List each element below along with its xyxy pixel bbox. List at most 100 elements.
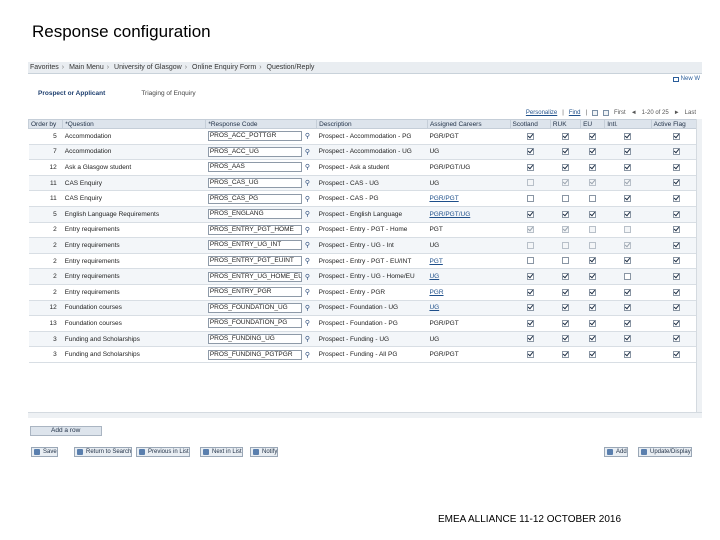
scotland-checkbox[interactable] — [526, 335, 534, 343]
active-checkbox[interactable] — [672, 273, 680, 281]
ruk-checkbox[interactable] — [561, 210, 569, 218]
active-checkbox[interactable] — [672, 163, 680, 171]
order-by-cell[interactable]: 11 — [28, 175, 63, 192]
intl-checkbox[interactable] — [624, 257, 632, 265]
order-by-cell[interactable]: 12 — [28, 300, 63, 317]
tab-prospect-or-applicant[interactable]: Prospect or Applicant — [38, 90, 105, 98]
question-cell[interactable]: Entry requirements — [62, 222, 206, 239]
response-code-field[interactable]: PROS_FUNDING_PGTPGR — [207, 349, 302, 360]
ruk-checkbox[interactable] — [561, 226, 569, 234]
question-cell[interactable]: English Language Requirements — [62, 206, 206, 223]
scotland-checkbox[interactable] — [526, 210, 534, 218]
ruk-checkbox[interactable] — [561, 273, 569, 281]
active-checkbox[interactable] — [672, 195, 680, 203]
lookup-icon[interactable]: ⚲ — [305, 288, 310, 296]
active-checkbox[interactable] — [672, 210, 680, 218]
order-by-cell[interactable]: 3 — [28, 331, 63, 348]
scotland-checkbox[interactable] — [526, 319, 534, 327]
intl-checkbox[interactable] — [624, 335, 632, 343]
question-cell[interactable]: Foundation courses — [62, 315, 206, 332]
view-all-icon[interactable] — [592, 110, 599, 116]
scotland-checkbox[interactable] — [526, 195, 534, 203]
ruk-checkbox[interactable] — [561, 257, 569, 265]
lookup-icon[interactable]: ⚲ — [305, 304, 310, 312]
tab-triaging-of-enquiry[interactable]: Triaging of Enquiry — [141, 90, 195, 98]
order-by-cell[interactable]: 2 — [28, 222, 63, 239]
ruk-checkbox[interactable] — [561, 288, 569, 296]
order-by-cell[interactable]: 2 — [28, 268, 63, 285]
assigned-careers-cell[interactable]: PGR/PGT — [427, 190, 511, 207]
scotland-checkbox[interactable] — [526, 257, 534, 265]
new-window-link[interactable]: New W — [672, 76, 700, 82]
response-code-field[interactable]: PROS_CAS_PG — [207, 193, 302, 204]
assigned-careers-cell[interactable]: PGR/PGT/UG — [427, 206, 511, 223]
eu-checkbox[interactable] — [589, 132, 597, 140]
question-cell[interactable]: Funding and Scholarships — [62, 346, 206, 363]
eu-checkbox[interactable] — [589, 179, 597, 187]
active-checkbox[interactable] — [672, 132, 680, 140]
intl-checkbox[interactable] — [624, 304, 632, 312]
previous-in-list-button[interactable]: Previous in List — [136, 447, 190, 457]
breadcrumb-item[interactable]: Main Menu — [69, 62, 104, 73]
ruk-checkbox[interactable] — [561, 319, 569, 327]
lookup-icon[interactable]: ⚲ — [305, 195, 310, 203]
response-code-field[interactable]: PROS_ENTRY_PGR — [207, 287, 302, 298]
ruk-checkbox[interactable] — [561, 241, 569, 249]
scotland-checkbox[interactable] — [526, 351, 534, 358]
lookup-icon[interactable]: ⚲ — [305, 241, 310, 249]
response-code-field[interactable]: PROS_ACC_POTTGR — [207, 131, 302, 142]
question-cell[interactable]: Entry requirements — [62, 237, 206, 254]
response-code-field[interactable]: PROS_FOUNDATION_UG — [207, 302, 302, 313]
active-checkbox[interactable] — [672, 351, 680, 358]
col-eu[interactable]: EU — [580, 119, 606, 129]
response-code-field[interactable]: PROS_ENTRY_UG_INT — [207, 240, 302, 251]
order-by-cell[interactable]: 11 — [28, 190, 63, 207]
order-by-cell[interactable]: 3 — [28, 346, 63, 363]
find-link[interactable]: Find — [569, 110, 581, 116]
intl-checkbox[interactable] — [624, 132, 632, 140]
intl-checkbox[interactable] — [624, 195, 632, 203]
intl-checkbox[interactable] — [624, 163, 632, 171]
breadcrumb-item[interactable]: Online Enquiry Form — [192, 62, 256, 73]
active-checkbox[interactable] — [672, 226, 680, 234]
ruk-checkbox[interactable] — [561, 304, 569, 312]
col-description[interactable]: Description — [316, 119, 428, 129]
question-cell[interactable]: CAS Enquiry — [62, 175, 206, 192]
lookup-icon[interactable]: ⚲ — [305, 132, 310, 140]
intl-checkbox[interactable] — [624, 351, 632, 358]
eu-checkbox[interactable] — [589, 148, 597, 156]
scotland-checkbox[interactable] — [526, 241, 534, 249]
update-display-button[interactable]: Update/Display — [638, 447, 692, 457]
eu-checkbox[interactable] — [589, 304, 597, 312]
response-code-field[interactable]: PROS_AAS — [207, 162, 302, 173]
eu-checkbox[interactable] — [589, 226, 597, 234]
intl-checkbox[interactable] — [624, 226, 632, 234]
assigned-careers-cell[interactable]: UG — [427, 268, 511, 285]
intl-checkbox[interactable] — [624, 241, 632, 249]
active-checkbox[interactable] — [672, 241, 680, 249]
breadcrumb-item[interactable]: Question/Reply — [267, 62, 315, 73]
ruk-checkbox[interactable] — [561, 132, 569, 140]
return-to-search-button[interactable]: Return to Search — [74, 447, 133, 457]
response-code-field[interactable]: PROS_ENGLANG — [207, 209, 302, 220]
active-checkbox[interactable] — [672, 319, 680, 327]
col-intl[interactable]: Intl. — [604, 119, 652, 129]
col-question[interactable]: *Question — [62, 119, 207, 129]
lookup-icon[interactable]: ⚲ — [305, 226, 310, 234]
notify-button[interactable]: Notify — [250, 447, 279, 457]
response-code-field[interactable]: PROS_ACC_UG — [207, 146, 302, 157]
order-by-cell[interactable]: 2 — [28, 253, 63, 270]
order-by-cell[interactable]: 7 — [28, 144, 63, 161]
scotland-checkbox[interactable] — [526, 288, 534, 296]
response-code-field[interactable]: PROS_FOUNDATION_PG — [207, 318, 302, 329]
order-by-cell[interactable]: 5 — [28, 206, 63, 223]
scotland-checkbox[interactable] — [526, 273, 534, 281]
lookup-icon[interactable]: ⚲ — [305, 148, 310, 156]
intl-checkbox[interactable] — [624, 148, 632, 156]
assigned-careers-cell[interactable]: PGR — [427, 284, 511, 301]
vertical-scrollbar[interactable] — [696, 119, 702, 412]
eu-checkbox[interactable] — [589, 195, 597, 203]
question-cell[interactable]: Accommodation — [62, 144, 206, 161]
ruk-checkbox[interactable] — [561, 163, 569, 171]
col-response-code[interactable]: *Response Code — [205, 119, 318, 129]
